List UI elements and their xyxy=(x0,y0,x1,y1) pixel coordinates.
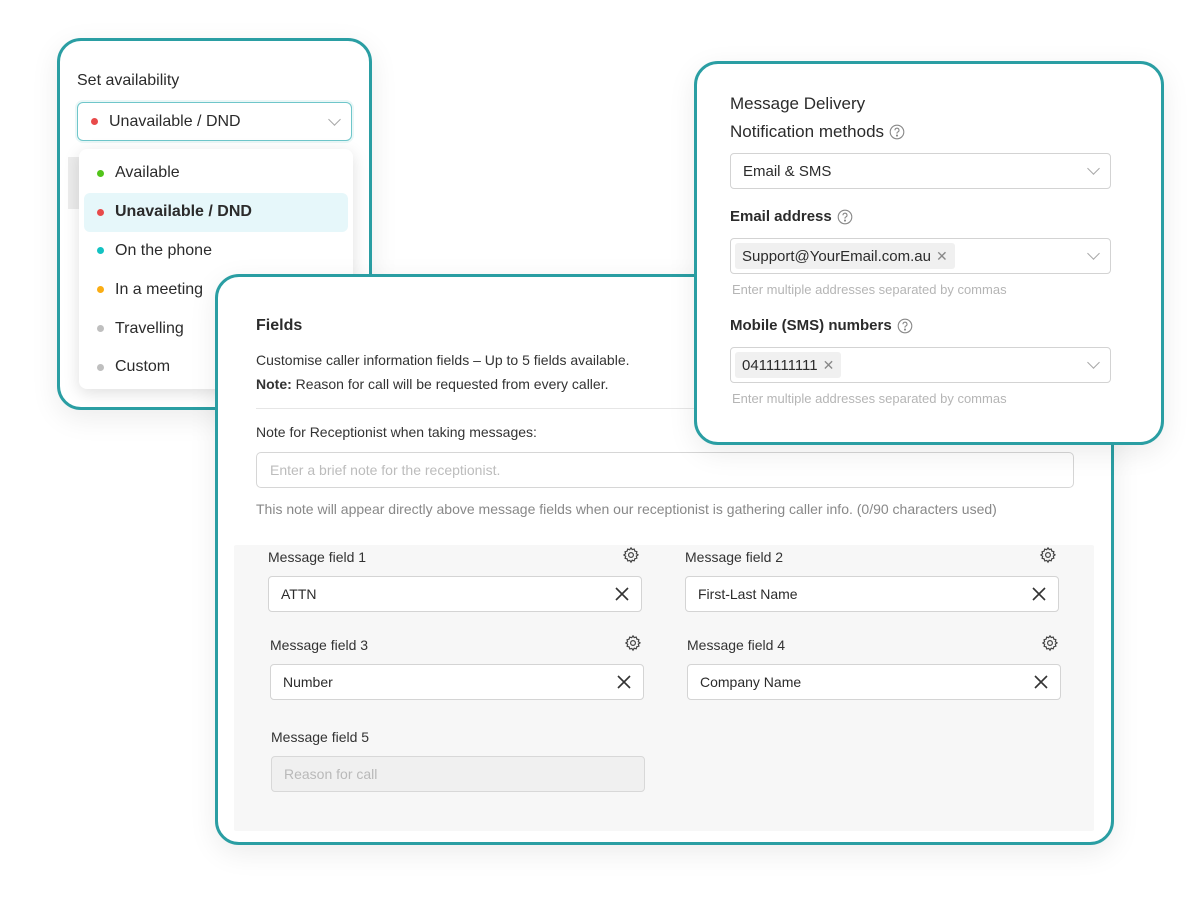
message-field-label: Message field 5 xyxy=(271,729,370,745)
help-circle-icon xyxy=(889,124,905,140)
message-field-input[interactable]: First-Last Name xyxy=(685,576,1059,612)
message-field-3: Message field 3 Number xyxy=(270,634,644,703)
availability-option-available[interactable]: Available xyxy=(84,154,348,193)
notification-methods-text: Notification methods xyxy=(730,122,885,141)
message-field-label: Message field 3 xyxy=(270,637,369,653)
notification-methods-value: Email & SMS xyxy=(743,162,832,180)
status-dot xyxy=(97,325,104,333)
chevron-down-icon xyxy=(1087,247,1100,260)
sms-numbers-select[interactable]: 0411111111 ✕ xyxy=(730,347,1111,383)
gear-icon[interactable] xyxy=(622,546,640,564)
option-label: Custom xyxy=(115,358,171,376)
availability-select[interactable]: Unavailable / DND xyxy=(77,102,352,141)
fields-title: Fields xyxy=(256,317,303,334)
message-field-value: First-Last Name xyxy=(698,586,798,602)
status-dot xyxy=(97,247,104,255)
notification-methods-select[interactable]: Email & SMS xyxy=(730,153,1111,189)
message-field-label: Message field 4 xyxy=(687,637,786,653)
chevron-down-icon xyxy=(1087,162,1100,175)
message-field-value: Number xyxy=(283,674,333,690)
availability-option-on-the-phone[interactable]: On the phone xyxy=(84,232,348,271)
notification-methods-label: Notification methods xyxy=(730,122,905,142)
gear-icon[interactable] xyxy=(624,634,642,652)
message-field-label: Message field 1 xyxy=(268,549,367,565)
availability-title: Set availability xyxy=(77,72,180,89)
message-field-input-disabled: Reason for call xyxy=(271,756,645,792)
email-address-label: Email address xyxy=(730,208,853,225)
option-label: Available xyxy=(115,164,180,182)
availability-option-unavailable[interactable]: Unavailable / DND xyxy=(84,192,348,232)
message-field-input[interactable]: Company Name xyxy=(687,664,1061,700)
close-icon[interactable] xyxy=(617,675,631,689)
message-field-2: Message field 2 First-Last Name xyxy=(685,546,1059,615)
availability-selected-label: Unavailable / DND xyxy=(109,112,241,130)
receptionist-note-label: Note for Receptionist when taking messag… xyxy=(256,424,537,440)
message-field-input[interactable]: Number xyxy=(270,664,644,700)
message-field-1: Message field 1 ATTN xyxy=(268,546,642,615)
message-field-value: Company Name xyxy=(700,674,802,690)
sms-numbers-label: Mobile (SMS) numbers xyxy=(730,317,913,334)
option-label: On the phone xyxy=(115,241,212,259)
close-icon[interactable] xyxy=(615,587,629,601)
email-tag-label: Support@YourEmail.com.au xyxy=(742,247,931,265)
status-dot xyxy=(97,169,104,177)
status-dot xyxy=(97,208,104,216)
message-field-5: Message field 5 Reason for call xyxy=(271,729,645,795)
message-delivery-title: Message Delivery xyxy=(730,94,866,113)
message-field-value: Reason for call xyxy=(284,766,378,782)
close-icon[interactable]: ✕ xyxy=(823,357,835,374)
option-label: Unavailable / DND xyxy=(115,203,252,221)
sms-hint: Enter multiple addresses separated by co… xyxy=(732,391,1007,406)
chevron-down-icon xyxy=(328,112,341,126)
email-address-text: Email address xyxy=(730,208,832,225)
message-field-label: Message field 2 xyxy=(685,549,784,565)
receptionist-note-help: This note will appear directly above mes… xyxy=(256,501,997,517)
message-field-value: ATTN xyxy=(281,586,317,602)
message-field-4: Message field 4 Company Name xyxy=(687,634,1061,703)
help-circle-icon xyxy=(897,318,913,333)
receptionist-note-input[interactable] xyxy=(256,452,1074,488)
gear-icon[interactable] xyxy=(1041,634,1059,652)
close-icon[interactable] xyxy=(1032,587,1046,601)
chevron-down-icon xyxy=(1087,356,1100,369)
fields-description-block: Customise caller information fields – Up… xyxy=(256,348,630,396)
sms-tag[interactable]: 0411111111 ✕ xyxy=(735,352,842,378)
fields-description: Customise caller information fields – Up… xyxy=(256,352,630,368)
gear-icon[interactable] xyxy=(1039,546,1057,564)
status-dot xyxy=(91,118,98,125)
close-icon[interactable]: ✕ xyxy=(936,248,948,265)
option-label: Travelling xyxy=(115,319,184,337)
close-icon[interactable] xyxy=(1034,675,1048,689)
email-hint: Enter multiple addresses separated by co… xyxy=(732,282,1007,297)
email-tag[interactable]: Support@YourEmail.com.au ✕ xyxy=(735,243,955,269)
option-label: In a meeting xyxy=(115,280,204,298)
note-text: Reason for call will be requested from e… xyxy=(291,376,609,392)
fields-note: Note: Reason for call will be requested … xyxy=(256,372,630,396)
message-fields-panel: Message field 1 ATTN Message field 2 Fir… xyxy=(234,545,1094,831)
status-dot xyxy=(97,286,104,294)
status-dot xyxy=(97,363,104,371)
help-circle-icon xyxy=(837,209,853,224)
sms-numbers-text: Mobile (SMS) numbers xyxy=(730,317,892,334)
email-address-select[interactable]: Support@YourEmail.com.au ✕ xyxy=(730,238,1111,274)
sms-tag-label: 0411111111 xyxy=(742,356,818,374)
note-prefix: Note: xyxy=(256,376,292,392)
message-delivery-card: Message Delivery Notification methods Em… xyxy=(694,61,1164,445)
message-field-input[interactable]: ATTN xyxy=(268,576,642,612)
